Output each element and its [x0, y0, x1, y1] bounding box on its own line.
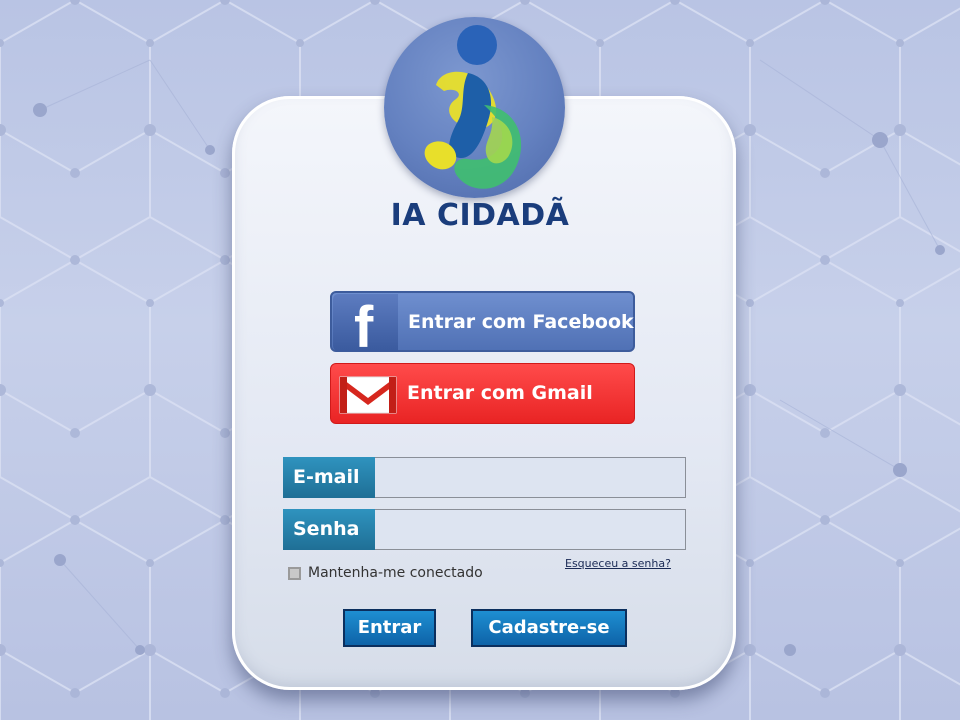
forgot-password-link[interactable]: Esqueceu a senha? — [565, 557, 671, 570]
email-label: E-mail — [283, 457, 375, 498]
signup-button[interactable]: Cadastre-se — [471, 609, 627, 647]
facebook-login-label: Entrar com Facebook — [408, 311, 634, 333]
remember-me-label: Mantenha-me conectado — [308, 565, 483, 581]
email-field[interactable] — [375, 457, 686, 498]
remember-me-checkbox[interactable] — [288, 566, 301, 580]
password-field[interactable] — [375, 509, 686, 550]
login-button[interactable]: Entrar — [343, 609, 436, 647]
brand-name: IA CIDADÃ — [390, 198, 570, 233]
gmail-login-button[interactable]: Entrar com Gmail — [330, 363, 635, 424]
facebook-login-button[interactable]: f Entrar com Facebook — [330, 291, 635, 352]
email-field-row: E-mail — [283, 457, 686, 498]
remember-me-option[interactable]: Mantenha-me conectado — [288, 565, 483, 581]
gmail-envelope-icon — [339, 376, 397, 414]
brand-logo — [384, 17, 565, 198]
password-label: Senha — [283, 509, 375, 550]
password-field-row: Senha — [283, 509, 686, 550]
person-swirl-logo-icon — [424, 25, 522, 189]
gmail-login-label: Entrar com Gmail — [407, 382, 593, 404]
facebook-icon: f — [333, 294, 398, 351]
